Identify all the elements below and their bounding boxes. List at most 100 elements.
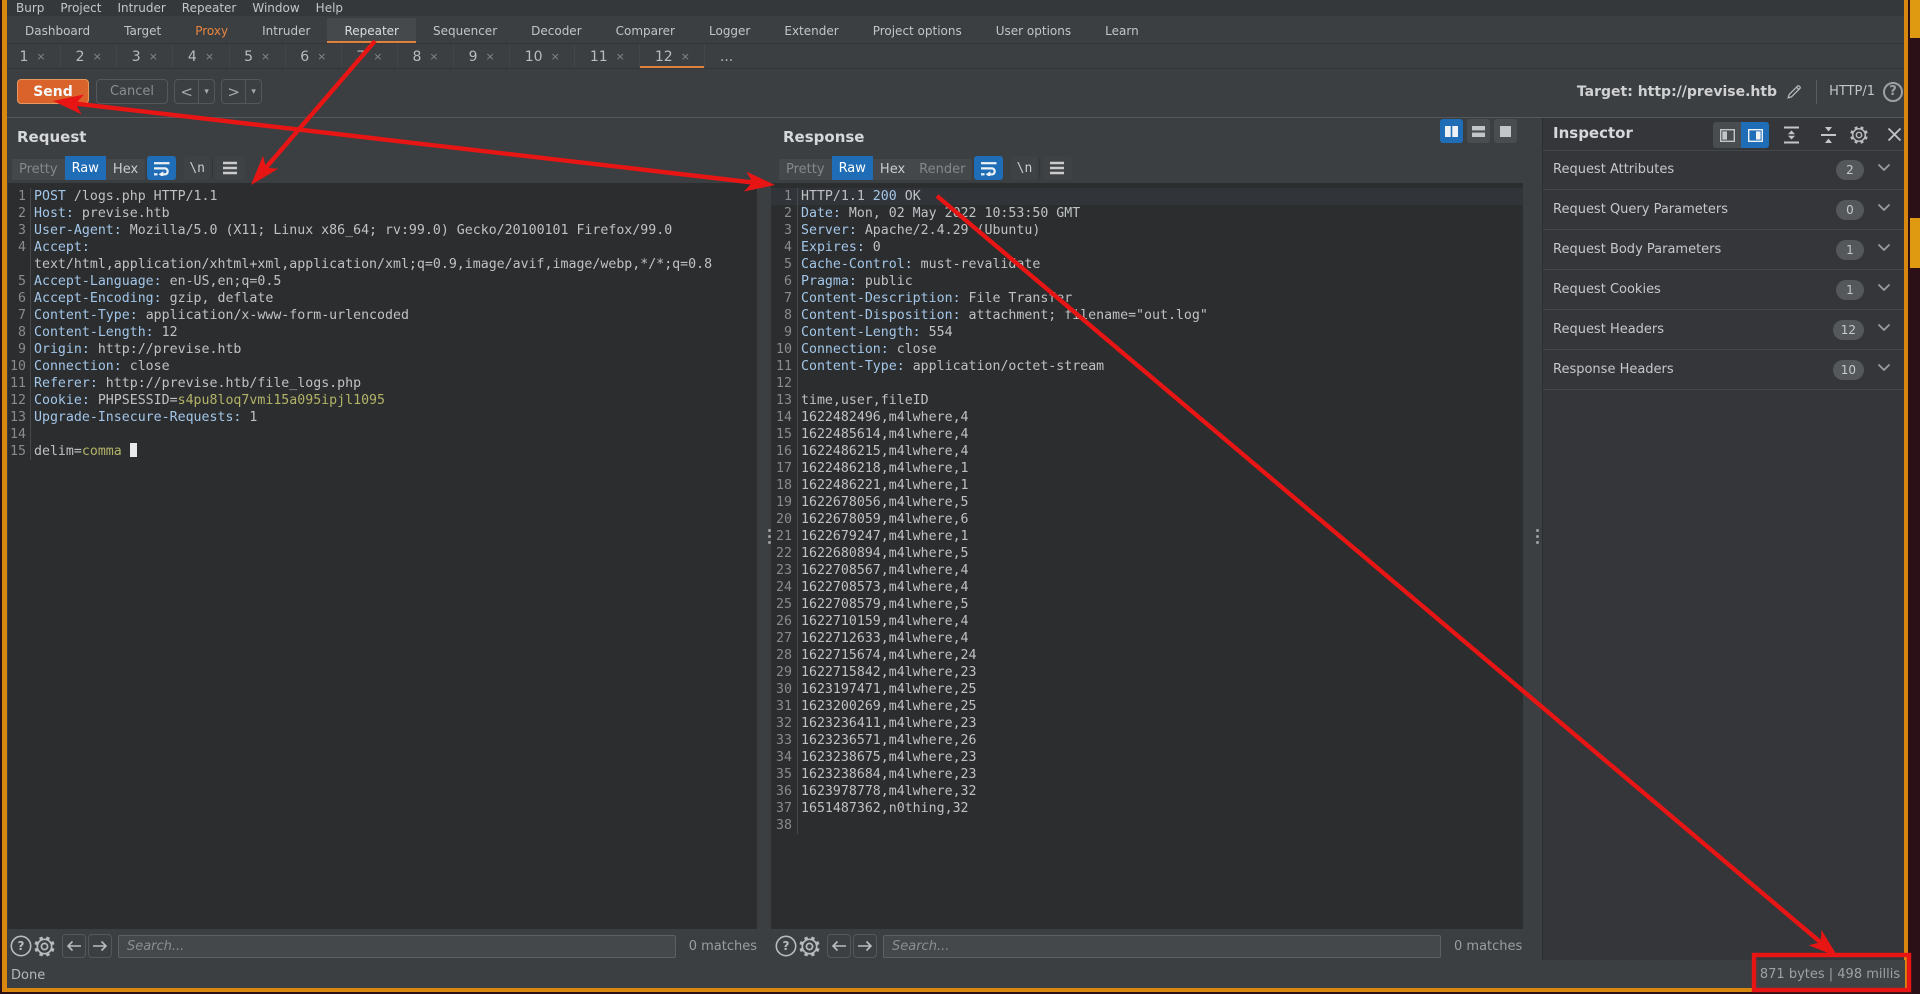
- repeater-tab-1[interactable]: 1×: [5, 44, 61, 69]
- next-dropdown-icon[interactable]: ▾: [246, 87, 261, 97]
- response-tab-pretty[interactable]: Pretty: [779, 159, 832, 180]
- response-wrap-lines-toggle[interactable]: [974, 156, 1003, 180]
- close-tab-icon[interactable]: ×: [93, 50, 102, 63]
- inspector-settings-icon[interactable]: [1849, 125, 1869, 145]
- response-search-help-icon[interactable]: ?: [775, 935, 797, 957]
- inspector-section-request-query-parameters[interactable]: Request Query Parameters0: [1543, 190, 1904, 230]
- response-tab-hex[interactable]: Hex: [873, 159, 912, 180]
- repeater-tab-12[interactable]: 12×: [640, 44, 705, 69]
- response-search-next-button[interactable]: [853, 934, 877, 958]
- close-tab-icon[interactable]: ×: [616, 50, 625, 63]
- request-tab-hex[interactable]: Hex: [106, 159, 145, 180]
- inspector-dock-left-button[interactable]: [1713, 122, 1741, 148]
- tab-extender[interactable]: Extender: [767, 18, 855, 44]
- repeater-tab-2[interactable]: 2×: [61, 44, 117, 69]
- request-menu-button[interactable]: [215, 156, 245, 180]
- repeater-tab-5[interactable]: 5×: [230, 44, 286, 69]
- tab-learn[interactable]: Learn: [1088, 18, 1156, 44]
- response-show-newlines-toggle[interactable]: \n: [1011, 156, 1037, 180]
- repeater-tab-7[interactable]: 7×: [342, 44, 398, 69]
- menu-project[interactable]: Project: [52, 1, 109, 15]
- tab-target[interactable]: Target: [107, 18, 178, 44]
- close-tab-icon[interactable]: ×: [261, 50, 270, 63]
- request-search-next-button[interactable]: [88, 934, 112, 958]
- repeater-tab-9[interactable]: 9×: [454, 44, 510, 69]
- send-button[interactable]: Send: [17, 79, 89, 104]
- chevron-down-icon[interactable]: [1877, 323, 1891, 332]
- tab-decoder[interactable]: Decoder: [514, 18, 599, 44]
- request-editor[interactable]: 1POST /logs.php HTTP/1.12Host: previse.h…: [8, 183, 757, 929]
- request-search-input[interactable]: Search...: [118, 935, 676, 958]
- expand-all-icon[interactable]: [1783, 126, 1800, 144]
- wrap-lines-toggle[interactable]: [147, 156, 176, 180]
- response-tab-raw[interactable]: Raw: [832, 156, 873, 180]
- repeater-tab-more[interactable]: ...: [705, 44, 747, 69]
- close-tab-icon[interactable]: ×: [149, 50, 158, 63]
- repeater-tab-6[interactable]: 6×: [286, 44, 342, 69]
- response-menu-button[interactable]: [1042, 156, 1072, 180]
- request-tab-pretty[interactable]: Pretty: [12, 159, 65, 180]
- previous-dropdown-icon[interactable]: ▾: [199, 87, 214, 97]
- chevron-down-icon[interactable]: [1877, 283, 1891, 292]
- inspector-section-request-headers[interactable]: Request Headers12: [1543, 310, 1904, 350]
- response-editor[interactable]: 1HTTP/1.1 200 OK2Date: Mon, 02 May 2022 …: [771, 183, 1523, 929]
- close-tab-icon[interactable]: ×: [317, 50, 326, 63]
- response-search-input[interactable]: Search...: [883, 935, 1441, 958]
- response-search-settings-icon[interactable]: [798, 935, 821, 958]
- close-tab-icon[interactable]: ×: [36, 50, 45, 63]
- response-tab-render[interactable]: Render: [912, 159, 972, 180]
- request-search-prev-button[interactable]: [62, 934, 86, 958]
- menu-burp[interactable]: Burp: [8, 1, 52, 15]
- close-tab-icon[interactable]: ×: [373, 50, 382, 63]
- repeater-tab-3[interactable]: 3×: [117, 44, 173, 69]
- tab-project-options[interactable]: Project options: [856, 18, 979, 44]
- menu-repeater[interactable]: Repeater: [174, 1, 245, 15]
- tab-intruder[interactable]: Intruder: [245, 18, 327, 44]
- repeater-tab-10[interactable]: 10×: [510, 44, 575, 69]
- next-request-button[interactable]: > ▾: [221, 79, 262, 104]
- inspector-section-response-headers[interactable]: Response Headers10: [1543, 350, 1904, 390]
- inspector-close-icon[interactable]: [1887, 127, 1902, 142]
- tab-comparer[interactable]: Comparer: [599, 18, 692, 44]
- menu-help[interactable]: Help: [308, 1, 351, 15]
- layout-single-button[interactable]: [1494, 119, 1517, 143]
- chevron-down-icon[interactable]: [1877, 203, 1891, 212]
- inspector-section-request-cookies[interactable]: Request Cookies1: [1543, 270, 1904, 310]
- request-search-help-icon[interactable]: ?: [10, 935, 32, 957]
- tab-user-options[interactable]: User options: [979, 18, 1088, 44]
- repeater-tab-4[interactable]: 4×: [173, 44, 229, 69]
- close-tab-icon[interactable]: ×: [551, 50, 560, 63]
- collapse-all-icon[interactable]: [1820, 126, 1837, 144]
- http-version-label[interactable]: HTTP/1: [1829, 84, 1875, 99]
- help-icon[interactable]: ?: [1883, 82, 1903, 102]
- inspector-section-request-attributes[interactable]: Request Attributes2: [1543, 150, 1904, 190]
- cancel-button[interactable]: Cancel: [96, 79, 168, 104]
- chevron-down-icon[interactable]: [1877, 363, 1891, 372]
- menu-intruder[interactable]: Intruder: [109, 1, 173, 15]
- menu-window[interactable]: Window: [244, 1, 307, 15]
- inspector-dock-right-button[interactable]: [1741, 122, 1769, 148]
- repeater-tab-11[interactable]: 11×: [575, 44, 640, 69]
- request-search-settings-icon[interactable]: [33, 935, 56, 958]
- close-tab-icon[interactable]: ×: [205, 50, 214, 63]
- layout-columns-button[interactable]: [1440, 119, 1463, 143]
- response-search-prev-button[interactable]: [827, 934, 851, 958]
- close-tab-icon[interactable]: ×: [486, 50, 495, 63]
- previous-request-button[interactable]: < ▾: [174, 79, 215, 104]
- chevron-down-icon[interactable]: [1877, 243, 1891, 252]
- inspector-section-request-body-parameters[interactable]: Request Body Parameters1: [1543, 230, 1904, 270]
- layout-rows-button[interactable]: [1467, 119, 1490, 143]
- close-tab-icon[interactable]: ×: [681, 50, 690, 63]
- request-tab-raw[interactable]: Raw: [65, 156, 106, 180]
- tab-sequencer[interactable]: Sequencer: [416, 18, 514, 44]
- repeater-tab-8[interactable]: 8×: [398, 44, 454, 69]
- tab-proxy[interactable]: Proxy: [178, 18, 245, 44]
- tab-dashboard[interactable]: Dashboard: [8, 18, 107, 44]
- tab-repeater[interactable]: Repeater: [327, 18, 416, 44]
- tab-logger[interactable]: Logger: [692, 18, 767, 44]
- close-tab-icon[interactable]: ×: [429, 50, 438, 63]
- inspector-splitter-handle[interactable]: [1536, 529, 1539, 544]
- show-newlines-toggle[interactable]: \n: [184, 156, 210, 180]
- chevron-down-icon[interactable]: [1877, 163, 1891, 172]
- edit-target-icon[interactable]: [1785, 82, 1804, 101]
